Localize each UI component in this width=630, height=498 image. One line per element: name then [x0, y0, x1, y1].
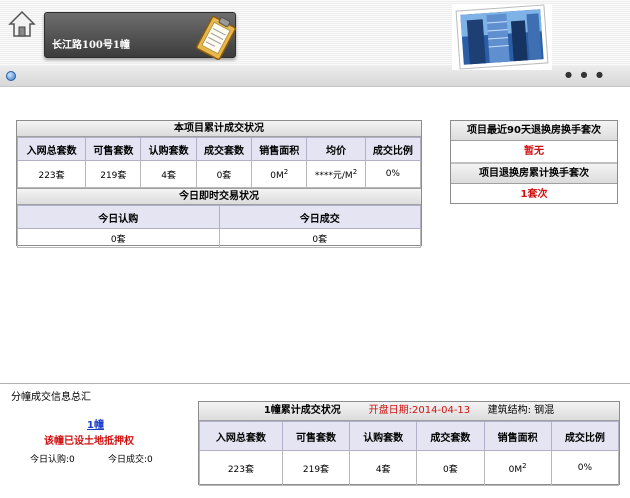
- cell-total: 223套: [16, 160, 87, 188]
- col-today-subscribe: 今日认购: [17, 205, 220, 229]
- area-unit-sup: 2: [522, 461, 527, 470]
- area-value: 0M: [508, 464, 523, 475]
- cell-avg-price: ****元/M2: [306, 160, 366, 188]
- open-date: 开盘日期:2014-04-13: [368, 405, 471, 416]
- cell-today-subscribe: 0套: [17, 228, 220, 248]
- total-exchange-value: 1套次: [520, 189, 548, 200]
- cell-sold: 0套: [195, 160, 253, 188]
- col-subscribed: 认购套数: [140, 137, 197, 161]
- col-subscribed: 认购套数: [349, 421, 418, 451]
- cell-area: 0M2: [251, 160, 308, 188]
- col-ratio: 成交比例: [364, 137, 422, 161]
- table-row: 0套 0套: [17, 228, 421, 248]
- area-value: 0M: [270, 170, 284, 181]
- area-unit-sup: 2: [283, 167, 289, 176]
- blue-dot-icon: [6, 71, 16, 81]
- clipboard-icon: [194, 14, 238, 62]
- avg-price-sup: 2: [352, 167, 358, 176]
- home-icon[interactable]: [8, 10, 36, 38]
- cell-subscribed: 4套: [140, 160, 197, 188]
- col-available: 可售套数: [85, 137, 142, 161]
- recent-90-days-title: 项目最近90天退换房换手套次: [451, 121, 617, 141]
- recent-90-days-value: 暂无: [451, 141, 617, 163]
- cell-ratio: 0%: [550, 450, 620, 486]
- total-exchange-title: 项目退换房累计换手套次: [451, 163, 617, 184]
- table-row: 223套 219套 4套 0套 0M2 0%: [199, 450, 620, 486]
- cell-total: 223套: [199, 450, 283, 486]
- building-title: 长江路100号1幢: [52, 40, 130, 51]
- cell-sold: 0套: [416, 450, 485, 486]
- col-sold: 成交套数: [195, 137, 253, 161]
- col-sold: 成交套数: [416, 421, 485, 451]
- col-available: 可售套数: [281, 421, 351, 451]
- cell-ratio: 0%: [364, 160, 422, 188]
- exchange-summary-panel: 项目最近90天退换房换手套次 暂无 项目退换房累计换手套次 1套次: [450, 120, 618, 204]
- today-deal-text: 今日成交:0: [108, 455, 153, 465]
- col-area: 销售面积: [483, 421, 552, 451]
- building-photo: [452, 4, 552, 70]
- cell-today-deal: 0套: [218, 228, 421, 248]
- col-avg-price: 均价: [306, 137, 366, 161]
- col-ratio: 成交比例: [550, 421, 620, 451]
- project-summary-table: 本项目累计成交状况 入网总套数 可售套数 认购套数 成交套数 销售面积 均价 成…: [16, 120, 422, 248]
- avg-price-value: ****元/M: [314, 170, 353, 181]
- building-1-link[interactable]: 1幢: [87, 416, 104, 431]
- building-summary-title: 1幢累计成交状况 开盘日期:2014-04-13 建筑结构: 钢混: [199, 402, 619, 421]
- col-total: 入网总套数: [199, 421, 283, 451]
- table-row: 223套 219套 4套 0套 0M2 ****元/M2 0%: [16, 160, 422, 188]
- mortgage-notice: 该幢已设土地抵押权: [44, 436, 134, 447]
- project-summary-title: 本项目累计成交状况: [17, 121, 421, 137]
- building-summary-label: 分幢成交信息总汇: [11, 392, 91, 403]
- col-area: 销售面积: [251, 137, 308, 161]
- building-table-title: 1幢累计成交状况: [263, 405, 341, 416]
- cell-subscribed: 4套: [349, 450, 418, 486]
- col-today-deal: 今日成交: [218, 205, 421, 229]
- cell-available: 219套: [85, 160, 142, 188]
- building-summary-table: 1幢累计成交状况 开盘日期:2014-04-13 建筑结构: 钢混 入网总套数 …: [198, 401, 620, 486]
- col-total: 入网总套数: [16, 137, 87, 161]
- cell-area: 0M2: [483, 450, 552, 486]
- divider: [0, 383, 630, 384]
- today-status-title: 今日即时交易状况: [17, 188, 421, 205]
- ellipsis-icon: ● ● ●: [565, 70, 607, 79]
- building-structure: 建筑结构: 钢混: [487, 405, 555, 416]
- cell-available: 219套: [281, 450, 351, 486]
- today-subscribe-text: 今日认购:0: [30, 455, 75, 465]
